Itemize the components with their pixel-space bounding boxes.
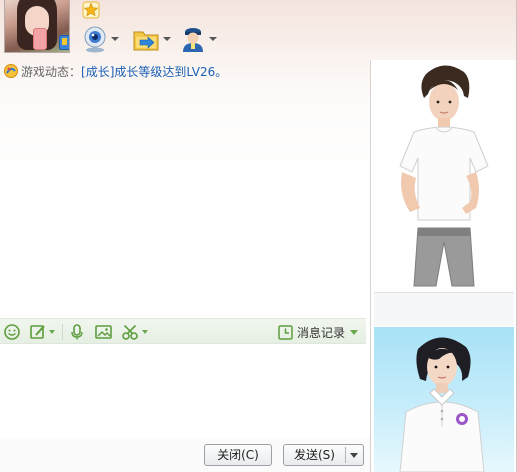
webcam-icon bbox=[84, 26, 106, 53]
emoji-icon bbox=[4, 324, 20, 340]
show-divider bbox=[374, 292, 514, 326]
chevron-down-icon[interactable] bbox=[49, 330, 55, 334]
chevron-down-icon[interactable] bbox=[350, 329, 358, 335]
send-file-icon bbox=[133, 31, 159, 51]
chat-header bbox=[0, 0, 517, 60]
chevron-down-icon[interactable] bbox=[163, 37, 171, 41]
toolbar-divider bbox=[62, 324, 63, 340]
image-icon bbox=[95, 325, 112, 339]
contact-show-avatar[interactable] bbox=[374, 60, 514, 289]
message-input[interactable] bbox=[0, 346, 366, 438]
voice-button[interactable] bbox=[70, 323, 84, 341]
input-toolbar: 消息记录 bbox=[0, 318, 366, 344]
screenshot-icon bbox=[122, 324, 138, 340]
my-show-avatar[interactable] bbox=[374, 327, 514, 472]
send-button[interactable]: 发送(S) bbox=[283, 444, 364, 466]
bottom-bar: 关闭(C) 发送(S) bbox=[0, 438, 372, 472]
font-style-icon bbox=[30, 325, 45, 339]
qq-show-panel bbox=[370, 60, 516, 472]
game-news-link[interactable]: [成长]成长等级达到LV26。 bbox=[81, 63, 227, 80]
screenshot-button[interactable] bbox=[122, 323, 148, 341]
image-button[interactable] bbox=[95, 323, 112, 341]
close-button[interactable]: 关闭(C) bbox=[204, 444, 272, 466]
chevron-down-icon[interactable] bbox=[111, 37, 119, 41]
clock-icon bbox=[278, 324, 293, 340]
remote-assist-button[interactable] bbox=[180, 24, 217, 54]
font-style-button[interactable] bbox=[30, 323, 55, 341]
emoji-button[interactable] bbox=[4, 323, 20, 341]
game-news-label: 游戏动态： bbox=[21, 64, 82, 79]
send-file-button[interactable] bbox=[132, 24, 171, 54]
game-icon bbox=[4, 64, 18, 78]
voice-icon bbox=[71, 324, 83, 340]
female-avatar-illustration bbox=[399, 337, 485, 472]
star-icon[interactable] bbox=[82, 1, 100, 19]
chevron-down-icon[interactable] bbox=[209, 37, 217, 41]
male-avatar-illustration bbox=[399, 65, 489, 287]
message-history-label: 消息记录 bbox=[296, 325, 345, 340]
chat-window: 游戏动态： [成长]成长等级达到LV26。 消息记录 关闭(C) 发送(S) bbox=[0, 0, 517, 472]
webcam-button[interactable] bbox=[82, 24, 119, 54]
send-button-divider bbox=[345, 447, 346, 463]
game-news: 游戏动态： [成长]成长等级达到LV26。 bbox=[4, 62, 227, 80]
mobile-online-icon bbox=[59, 35, 69, 50]
send-button-label: 发送(S) bbox=[294, 448, 335, 462]
message-history-button[interactable]: 消息记录 bbox=[278, 323, 358, 341]
remote-assist-icon bbox=[183, 28, 203, 52]
chevron-down-icon[interactable] bbox=[142, 330, 148, 334]
avatar[interactable] bbox=[4, 0, 70, 53]
message-history-area[interactable] bbox=[0, 84, 370, 316]
avatar-drink bbox=[33, 28, 47, 50]
send-options-chevron-icon[interactable] bbox=[350, 453, 358, 458]
